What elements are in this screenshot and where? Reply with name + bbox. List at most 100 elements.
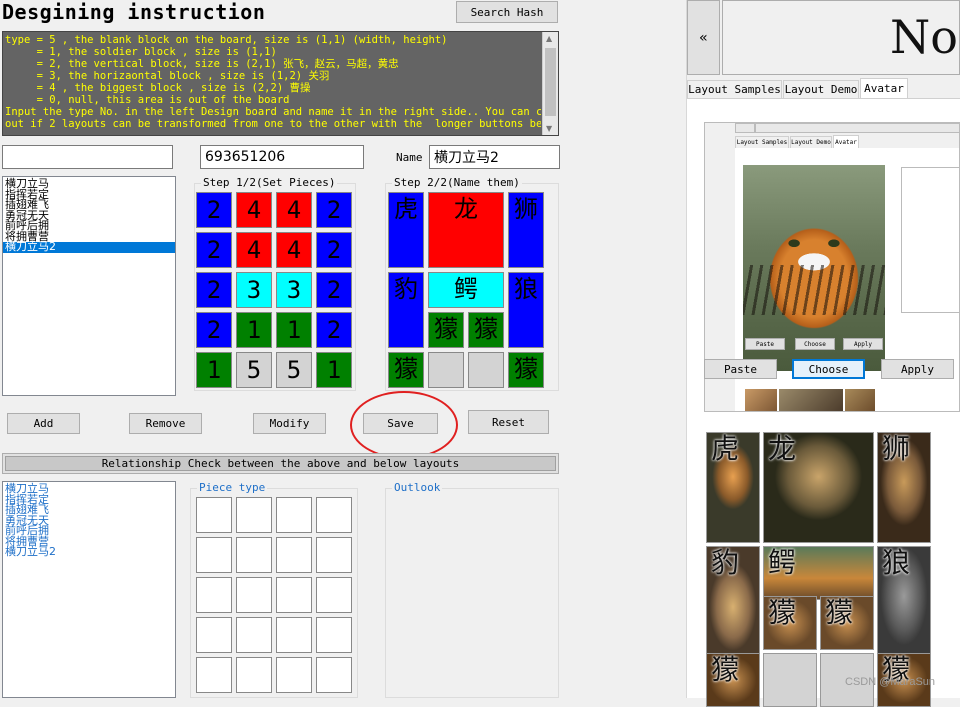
avatar-empty-cell[interactable] bbox=[763, 653, 817, 707]
piece-type-cell[interactable] bbox=[196, 497, 232, 533]
piece-type-cell[interactable] bbox=[196, 617, 232, 653]
tab-layout-samples[interactable]: Layout Samples bbox=[687, 80, 782, 98]
choose-button[interactable]: Choose bbox=[792, 359, 865, 379]
avatar-label: 龙 bbox=[768, 432, 797, 465]
board-piece[interactable]: 獴 bbox=[428, 312, 464, 348]
piece-type-cell[interactable] bbox=[316, 537, 352, 573]
design-cell[interactable]: 3 bbox=[236, 272, 272, 308]
design-cell[interactable]: 1 bbox=[236, 312, 272, 348]
outlook-title: Outlook bbox=[392, 481, 443, 495]
board-piece[interactable]: 鳄 bbox=[428, 272, 504, 308]
big-title-box: Not bbox=[722, 0, 960, 75]
piece-type-cell[interactable] bbox=[196, 577, 232, 613]
piece-type-cell[interactable] bbox=[276, 577, 312, 613]
avatar-tile[interactable]: 豹 bbox=[706, 546, 760, 657]
instruction-line: = 2, the vertical block, size is (2,1) 张… bbox=[5, 58, 399, 70]
avatar-tile[interactable]: 龙 bbox=[763, 432, 874, 543]
design-cell[interactable]: 1 bbox=[196, 352, 232, 388]
list-item[interactable]: 横刀立马2 bbox=[3, 241, 175, 253]
design-cell[interactable]: 5 bbox=[236, 352, 272, 388]
avatar-label: 獴 bbox=[768, 596, 797, 629]
piece-type-cell[interactable] bbox=[316, 617, 352, 653]
tab-avatar[interactable]: Avatar bbox=[860, 78, 908, 98]
board-piece[interactable]: 狼 bbox=[508, 272, 544, 348]
board-piece[interactable]: 狮 bbox=[508, 192, 544, 268]
design-cell[interactable]: 5 bbox=[276, 352, 312, 388]
board-empty-cell[interactable] bbox=[468, 352, 504, 388]
filter-input[interactable] bbox=[2, 145, 173, 169]
piece-type-cell[interactable] bbox=[276, 657, 312, 693]
design-cell[interactable]: 4 bbox=[276, 232, 312, 268]
piece-type-cell[interactable] bbox=[196, 657, 232, 693]
design-cell[interactable]: 2 bbox=[196, 232, 232, 268]
avatar-label: 虎 bbox=[711, 432, 740, 465]
relationship-check-label: Relationship Check between the above and… bbox=[5, 456, 556, 471]
board-piece[interactable]: 虎 bbox=[388, 192, 424, 268]
piece-type-cell[interactable] bbox=[276, 617, 312, 653]
board-piece[interactable]: 獴 bbox=[388, 352, 424, 388]
avatar-label: 獴 bbox=[825, 596, 854, 629]
piece-type-cell[interactable] bbox=[196, 537, 232, 573]
tab-layout-demo[interactable]: Layout Demo bbox=[783, 80, 859, 98]
board-piece[interactable]: 龙 bbox=[428, 192, 504, 268]
piece-type-cell[interactable] bbox=[316, 577, 352, 613]
design-cell[interactable]: 2 bbox=[316, 192, 352, 228]
list-item[interactable]: 横刀立马2 bbox=[3, 546, 175, 558]
design-cell[interactable]: 2 bbox=[316, 272, 352, 308]
remove-button[interactable]: Remove bbox=[129, 413, 202, 434]
design-cell[interactable]: 2 bbox=[196, 272, 232, 308]
piece-type-cell[interactable] bbox=[236, 657, 272, 693]
avatar-tile[interactable]: 狮 bbox=[877, 432, 931, 543]
design-cell[interactable]: 4 bbox=[236, 232, 272, 268]
name-field[interactable]: 横刀立马2 bbox=[429, 145, 560, 169]
step2-title: Step 2/2(Name them) bbox=[392, 176, 522, 190]
design-cell[interactable]: 4 bbox=[276, 192, 312, 228]
piece-type-cell[interactable] bbox=[276, 497, 312, 533]
design-cell[interactable]: 1 bbox=[276, 312, 312, 348]
piece-type-cell[interactable] bbox=[236, 537, 272, 573]
board-piece[interactable]: 獴 bbox=[508, 352, 544, 388]
add-button[interactable]: Add bbox=[7, 413, 80, 434]
instruction-line: out if 2 layouts can be transformed from… bbox=[5, 118, 541, 130]
design-cell[interactable]: 2 bbox=[316, 232, 352, 268]
board-piece[interactable]: 獴 bbox=[468, 312, 504, 348]
avatar-label: 狼 bbox=[882, 546, 911, 579]
board-empty-cell[interactable] bbox=[428, 352, 464, 388]
search-hash-button[interactable]: Search Hash bbox=[456, 1, 558, 23]
hash-field[interactable]: 693651206 bbox=[200, 145, 364, 169]
avatar-tile[interactable]: 獴 bbox=[763, 596, 817, 650]
design-cell[interactable]: 1 bbox=[316, 352, 352, 388]
layout-list[interactable]: 横刀立马 指挥若定 插翅难飞 勇冠无天 前呼后拥 将拥曹营 横刀立马2 bbox=[2, 176, 176, 396]
design-cell[interactable]: 3 bbox=[276, 272, 312, 308]
bottom-layout-list[interactable]: 横刀立马 指挥若定 插翅难飞 勇冠无天 前呼后拥 将拥曹营 横刀立马2 bbox=[2, 481, 176, 698]
collapse-button[interactable]: « bbox=[687, 0, 720, 75]
annotation-circle bbox=[350, 391, 458, 459]
instruction-scrollbar[interactable]: ▲ ▼ bbox=[542, 32, 558, 135]
avatar-tile[interactable]: 狼 bbox=[877, 546, 931, 657]
board-piece[interactable]: 豹 bbox=[388, 272, 424, 348]
design-cell[interactable]: 4 bbox=[236, 192, 272, 228]
piece-type-cell[interactable] bbox=[236, 577, 272, 613]
design-cell[interactable]: 2 bbox=[316, 312, 352, 348]
apply-button[interactable]: Apply bbox=[881, 359, 954, 379]
piece-type-cell[interactable] bbox=[316, 497, 352, 533]
piece-type-cell[interactable] bbox=[236, 497, 272, 533]
design-cell[interactable]: 2 bbox=[196, 312, 232, 348]
avatar-label: 狮 bbox=[882, 432, 911, 465]
design-cell[interactable]: 2 bbox=[196, 192, 232, 228]
paste-button[interactable]: Paste bbox=[704, 359, 777, 379]
instruction-line: Input the type No. in the left Design bo… bbox=[5, 106, 541, 118]
reset-button[interactable]: Reset bbox=[468, 410, 549, 434]
avatar-tile[interactable]: 獴 bbox=[706, 653, 760, 707]
avatar-tile[interactable]: 獴 bbox=[820, 596, 874, 650]
piece-type-cell[interactable] bbox=[236, 617, 272, 653]
instruction-box[interactable]: type = 5 , the blank block on the board,… bbox=[2, 31, 559, 136]
modify-button[interactable]: Modify bbox=[253, 413, 326, 434]
relationship-check-button[interactable]: Relationship Check between the above and… bbox=[2, 453, 559, 474]
avatar-tile[interactable]: 虎 bbox=[706, 432, 760, 543]
piece-type-cell[interactable] bbox=[276, 537, 312, 573]
avatar-tile[interactable]: 鳄 bbox=[763, 546, 874, 600]
piece-type-cell[interactable] bbox=[316, 657, 352, 693]
inner-tab-layout-samples: Layout Samples bbox=[735, 136, 789, 148]
step1-title: Step 1/2(Set Pieces) bbox=[201, 176, 338, 190]
